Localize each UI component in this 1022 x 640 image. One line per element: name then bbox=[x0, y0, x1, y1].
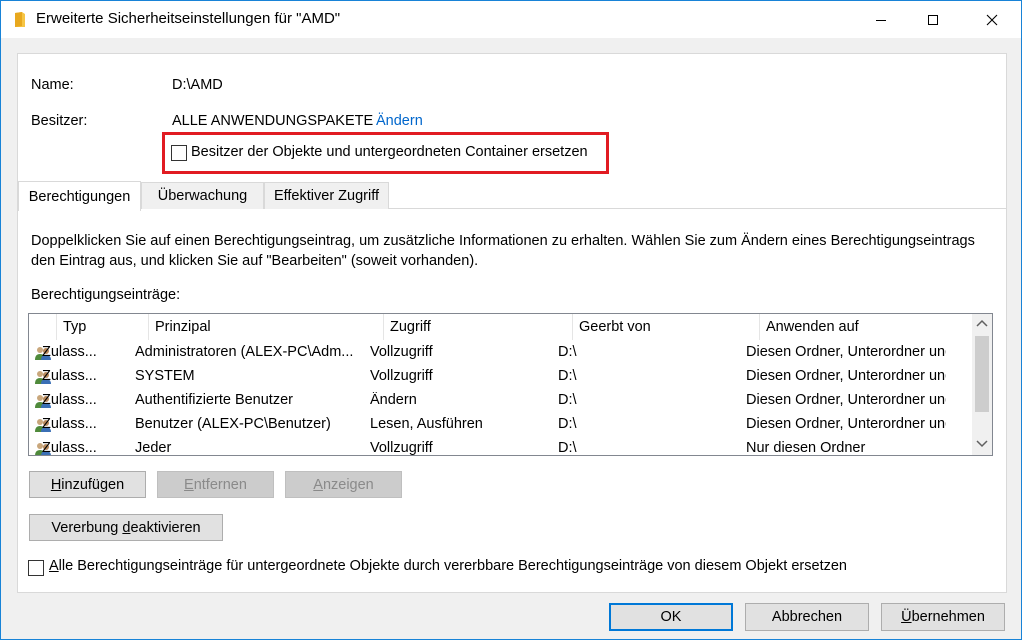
column-header-access[interactable]: Zugriff bbox=[384, 314, 573, 340]
table-row[interactable]: Zulass... Administratoren (ALEX-PC\Adm...… bbox=[29, 341, 969, 365]
table-cell-access: Vollzugriff bbox=[370, 440, 433, 456]
table-cell-applies: Diesen Ordner, Unterordner und ... bbox=[746, 344, 946, 360]
scroll-down-icon[interactable] bbox=[976, 440, 988, 448]
table-cell-type: Zulass... bbox=[42, 344, 97, 360]
minimize-button[interactable] bbox=[858, 1, 904, 38]
table-cell-applies: Diesen Ordner, Unterordner und ... bbox=[746, 416, 946, 432]
permission-entries-list[interactable]: Typ Prinzipal Zugriff Geerbt von Anwende… bbox=[28, 313, 993, 456]
table-cell-applies: Diesen Ordner, Unterordner und ... bbox=[746, 392, 946, 408]
close-icon bbox=[986, 14, 998, 25]
owner-value: ALLE ANWENDUNGSPAKETE bbox=[172, 113, 374, 129]
table-cell-applies: Nur diesen Ordner bbox=[746, 440, 866, 456]
table-row[interactable]: Zulass... Authentifizierte Benutzer Ändern… bbox=[29, 389, 969, 413]
table-cell-access: Ändern bbox=[370, 392, 417, 408]
table-cell-principal: Authentifizierte Benutzer bbox=[135, 392, 293, 408]
replace-owner-label: Besitzer der Objekte und untergeordneten… bbox=[191, 144, 588, 160]
table-cell-type: Zulass... bbox=[42, 368, 97, 384]
view-button[interactable]: Anzeigen bbox=[285, 471, 402, 498]
replace-child-permissions-checkbox[interactable] bbox=[28, 560, 44, 576]
table-cell-type: Zulass... bbox=[42, 416, 97, 432]
remove-button[interactable]: Entfernen bbox=[157, 471, 274, 498]
tab-effective-access[interactable]: Effektiver Zugriff bbox=[264, 182, 389, 209]
table-cell-type: Zulass... bbox=[42, 440, 97, 456]
name-label: Name: bbox=[31, 77, 74, 93]
table-cell-inherited: D:\ bbox=[558, 368, 577, 384]
table-cell-access: Vollzugriff bbox=[370, 344, 433, 360]
disable-inheritance-button[interactable]: Vererbung d eaktivieren bbox=[29, 514, 223, 541]
description-line-2: den Eintrag aus, und klicken Sie auf "Be… bbox=[31, 253, 479, 269]
owner-label: Besitzer: bbox=[31, 113, 88, 129]
table-cell-principal: Jeder bbox=[135, 440, 172, 456]
window-title: Erweiterte Sicherheitseinstellungen für … bbox=[36, 10, 341, 27]
entries-label: Berechtigungseinträge: bbox=[31, 287, 181, 303]
table-row[interactable]: Zulass... Benutzer (ALEX-PC\Benutzer) Lese… bbox=[29, 413, 969, 437]
table-row[interactable]: Zulass... Jeder Vollzugriff D:\ Nur diesen O… bbox=[29, 437, 969, 456]
cancel-button[interactable]: Abbrechen bbox=[745, 603, 869, 631]
minimize-icon bbox=[876, 19, 886, 21]
description-line-1: Doppelklicken Sie auf einen Berechtigung… bbox=[31, 233, 975, 249]
tab-label: Überwachung bbox=[157, 188, 248, 204]
table-cell-inherited: D:\ bbox=[558, 416, 577, 432]
table-cell-type: Zulass... bbox=[42, 392, 97, 408]
table-row[interactable]: Zulass... SYSTEM Vollzugriff D:\ Diesen Ordn… bbox=[29, 365, 969, 389]
column-header-inherited-from[interactable]: Geerbt von bbox=[573, 314, 760, 340]
table-cell-principal: Benutzer (ALEX-PC\Benutzer) bbox=[135, 416, 331, 432]
name-value: D:\AMD bbox=[172, 77, 223, 93]
close-button[interactable] bbox=[969, 1, 1015, 38]
column-header-principal[interactable]: Prinzipal bbox=[149, 314, 384, 340]
replace-child-permissions-label: Alle Berechtigungseinträge für untergeor… bbox=[49, 558, 847, 574]
column-header-applies-to[interactable]: Anwenden auf bbox=[760, 314, 972, 340]
replace-owner-checkbox[interactable] bbox=[171, 145, 187, 161]
column-header-icon[interactable] bbox=[29, 314, 57, 340]
scroll-up-icon[interactable] bbox=[976, 319, 988, 327]
ok-button[interactable]: OK bbox=[609, 603, 733, 631]
table-cell-principal: SYSTEM bbox=[135, 368, 195, 384]
dialog-window: Erweiterte Sicherheitseinstellungen für … bbox=[0, 0, 1022, 640]
tab-label: Berechtigungen bbox=[28, 188, 131, 205]
apply-button[interactable]: Übernehmen bbox=[881, 603, 1005, 631]
table-cell-inherited: D:\ bbox=[558, 392, 577, 408]
table-cell-access: Lesen, Ausführen bbox=[370, 416, 483, 432]
owner-change-link[interactable]: Ändern bbox=[376, 113, 423, 129]
title-bar[interactable]: Erweiterte Sicherheitseinstellungen für … bbox=[1, 1, 1021, 38]
tab-permissions[interactable]: Berechtigungen bbox=[18, 181, 141, 211]
vertical-scrollbar[interactable] bbox=[972, 314, 992, 455]
column-header-type[interactable]: Typ bbox=[57, 314, 149, 340]
table-cell-inherited: D:\ bbox=[558, 344, 577, 360]
table-cell-applies: Diesen Ordner, Unterordner und ... bbox=[746, 368, 946, 384]
maximize-icon bbox=[928, 14, 938, 25]
tab-auditing[interactable]: Überwachung bbox=[141, 182, 264, 209]
folder-icon bbox=[15, 12, 25, 27]
maximize-button[interactable] bbox=[910, 1, 956, 38]
scrollbar-thumb[interactable] bbox=[975, 336, 989, 412]
tab-label: Effektiver Zugriff bbox=[273, 188, 380, 204]
table-cell-access: Vollzugriff bbox=[370, 368, 433, 384]
add-button[interactable]: Hinzufügen bbox=[29, 471, 146, 498]
table-cell-principal: Administratoren (ALEX-PC\Adm... bbox=[135, 344, 354, 360]
table-cell-inherited: D:\ bbox=[558, 440, 577, 456]
